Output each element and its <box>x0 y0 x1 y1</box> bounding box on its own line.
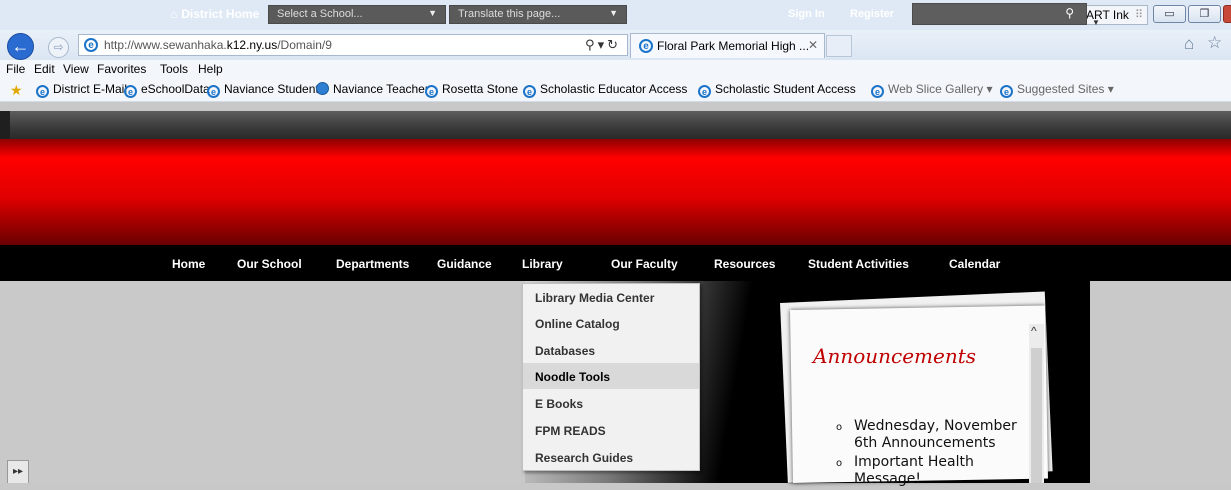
ie-icon: e <box>639 39 653 53</box>
library-menu-noodle-tools[interactable]: Noodle Tools <box>523 363 699 389</box>
close-tab-icon[interactable]: ✕ <box>808 38 818 52</box>
register-link[interactable]: Register <box>850 8 894 20</box>
announcements-scrollbar[interactable]: ^ <box>1029 324 1044 483</box>
browser-tab[interactable]: e Floral Park Memorial High ... ✕ <box>630 33 825 58</box>
search-icon[interactable]: ⚲ <box>585 37 598 52</box>
district-top-bar <box>0 111 1231 139</box>
menu-tools[interactable]: Tools <box>160 62 188 76</box>
ie-icon: e <box>1000 85 1013 98</box>
nav-home[interactable]: Home <box>172 257 205 271</box>
refresh-icon[interactable]: ↻ <box>607 37 621 52</box>
district-home-link[interactable]: ⌂ District Home <box>170 7 259 21</box>
ie-icon: e <box>698 85 711 98</box>
address-url[interactable]: http://www.sewanhaka.k12.ny.us/Domain/9 <box>104 38 332 52</box>
smart-ink-dropdown-icon[interactable]: ▼ <box>1092 18 1100 27</box>
globe-icon <box>316 82 329 95</box>
fav-rosetta-stone[interactable]: e Rosetta Stone <box>425 82 518 98</box>
main-navigation: Home Our School Departments Guidance Lib… <box>0 245 1231 281</box>
fav-scholastic-student[interactable]: e Scholastic Student Access <box>698 82 856 98</box>
fav-eschooldata[interactable]: e eSchoolData <box>124 82 210 98</box>
nav-student-activities[interactable]: Student Activities <box>808 257 909 271</box>
sign-in-link[interactable]: Sign In <box>788 8 825 20</box>
ie-icon: e <box>871 85 884 98</box>
new-tab-button[interactable] <box>826 35 852 57</box>
nav-calendar[interactable]: Calendar <box>949 257 1000 271</box>
library-menu-databases[interactable]: Databases <box>523 337 699 363</box>
site-banner <box>0 139 1231 245</box>
library-menu-media-center[interactable]: Library Media Center <box>523 284 699 310</box>
fav-suggested-sites[interactable]: e Suggested Sites ▾ <box>1000 82 1114 98</box>
fav-district-email[interactable]: e District E-Mail <box>36 82 127 98</box>
home-icon[interactable]: ⌂ <box>1184 34 1194 54</box>
ie-icon: e <box>207 85 220 98</box>
announcement-item[interactable]: o Wednesday, November 6th Announcements <box>836 418 1026 452</box>
magnifier-icon[interactable]: ⚲ <box>1065 6 1074 20</box>
library-dropdown-menu: Library Media Center Online Catalog Data… <box>522 283 700 471</box>
forward-icon[interactable]: ⇨ <box>48 37 69 58</box>
nav-resources[interactable]: Resources <box>714 257 775 271</box>
grip-icon[interactable]: ⠿ <box>1135 8 1143 21</box>
library-menu-e-books[interactable]: E Books <box>523 390 699 416</box>
house-icon: ⌂ <box>170 7 178 21</box>
ie-icon: e <box>84 38 98 52</box>
menu-edit[interactable]: Edit <box>34 62 55 76</box>
library-menu-fpm-reads[interactable]: FPM READS <box>523 417 699 443</box>
library-menu-research-guides[interactable]: Research Guides <box>523 444 699 470</box>
nav-guidance[interactable]: Guidance <box>437 257 492 271</box>
library-menu-online-catalog[interactable]: Online Catalog <box>523 310 699 336</box>
ie-icon: e <box>425 85 438 98</box>
expand-icon[interactable]: ▸▸ <box>7 460 29 483</box>
menu-view[interactable]: View <box>63 62 89 76</box>
fav-web-slice-gallery[interactable]: e Web Slice Gallery ▾ <box>871 82 993 98</box>
announcements-list: o Wednesday, November 6th Announcements o… <box>836 418 1026 490</box>
announcements-title: Announcements <box>813 344 977 368</box>
ie-icon: e <box>124 85 137 98</box>
ie-icon: e <box>523 85 536 98</box>
minimize-button[interactable]: ▭ <box>1153 5 1186 23</box>
nav-library[interactable]: Library <box>522 257 563 271</box>
browser-navigation-bar: ← ⇨ e http://www.sewanhaka.k12.ny.us/Dom… <box>0 30 1231 60</box>
nav-our-faculty[interactable]: Our Faculty <box>611 257 678 271</box>
address-bar[interactable]: e http://www.sewanhaka.k12.ny.us/Domain/… <box>78 34 628 56</box>
fav-naviance-student[interactable]: e Naviance Student <box>207 82 319 98</box>
fav-naviance-teacher[interactable]: Naviance Teacher <box>316 82 429 96</box>
translate-dropdown[interactable]: Translate this page... ▼ <box>449 5 627 24</box>
close-window-button[interactable] <box>1223 5 1231 23</box>
menu-file[interactable]: File <box>6 62 25 76</box>
nav-departments[interactable]: Departments <box>336 257 409 271</box>
tab-title: Floral Park Memorial High ... <box>657 39 810 53</box>
nav-our-school[interactable]: Our School <box>237 257 302 271</box>
favorites-bar: ★ e District E-Mail e eSchoolData e Navianc… <box>0 78 1231 102</box>
star-icon[interactable]: ☆ <box>1207 33 1222 53</box>
select-school-dropdown[interactable]: Select a School... ▼ <box>268 5 446 24</box>
chevron-down-icon[interactable]: ▾ <box>598 37 608 52</box>
back-icon[interactable]: ← <box>7 33 34 60</box>
chevron-up-icon[interactable]: ^ <box>1031 324 1037 338</box>
favorites-star-icon[interactable]: ★ <box>10 82 23 99</box>
menu-help[interactable]: Help <box>198 62 223 76</box>
scrollbar-thumb[interactable] <box>1031 348 1042 483</box>
menu-favorites[interactable]: Favorites <box>97 62 146 76</box>
dropdown-arrow-icon: ▼ <box>428 8 437 18</box>
maximize-button[interactable]: ❐ <box>1188 5 1221 23</box>
fav-scholastic-educator[interactable]: e Scholastic Educator Access <box>523 82 687 98</box>
ie-icon: e <box>36 85 49 98</box>
site-search-input[interactable]: ⚲ <box>912 3 1087 25</box>
dropdown-arrow-icon: ▼ <box>609 8 618 18</box>
browser-menu-bar: File Edit View Favorites Tools Help <box>0 60 1231 78</box>
